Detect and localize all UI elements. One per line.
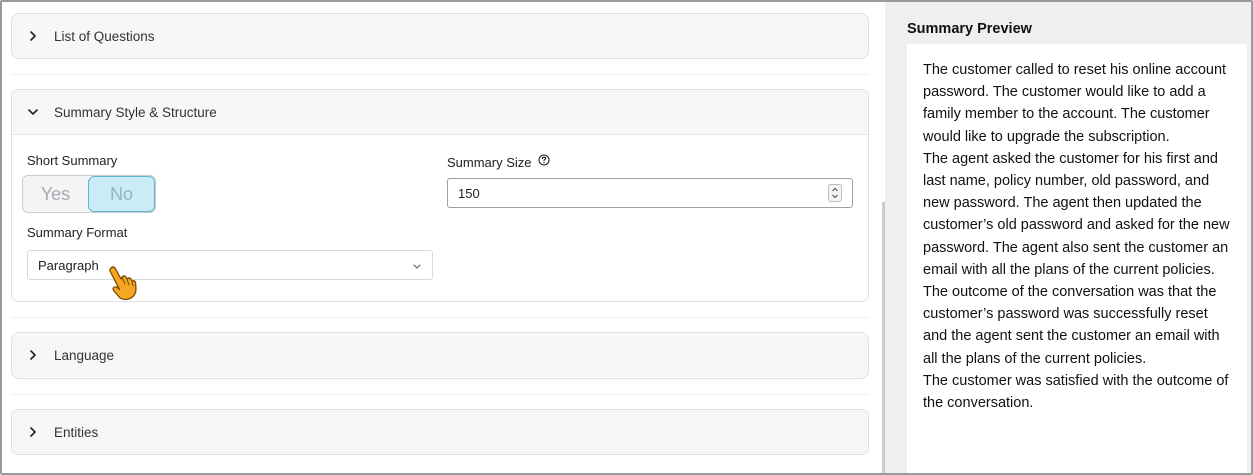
section-summary-style: Summary Style & Structure Short Summary … (11, 89, 869, 302)
short-summary-label: Short Summary (27, 153, 118, 168)
section-header-entities[interactable]: Entities (12, 410, 868, 454)
section-title-style: Summary Style & Structure (54, 104, 217, 120)
chevron-right-icon (26, 425, 40, 439)
toggle-yes-option[interactable]: Yes (23, 176, 88, 212)
hand-pointer-icon (105, 265, 139, 306)
section-language: Language (11, 332, 869, 379)
chevron-right-icon (26, 29, 40, 43)
summary-preview-box: The customer called to reset his online … (907, 44, 1247, 473)
section-divider (11, 74, 869, 75)
summary-format-select[interactable]: Paragraph (27, 250, 433, 280)
style-form: Short Summary Yes No Summary Format Para… (12, 134, 868, 300)
app-window: List of Questions Summary Style & Struct… (0, 0, 1253, 475)
preview-paragraph: The customer called to reset his online … (923, 62, 1227, 145)
section-header-style[interactable]: Summary Style & Structure (12, 90, 868, 134)
summary-format-value: Paragraph (38, 257, 99, 273)
preview-paragraph: The customer was satisfied with the outc… (923, 372, 1229, 412)
summary-format-label: Summary Format (27, 225, 128, 240)
preview-paragraph: The outcome of the conversation was that… (923, 284, 1220, 367)
section-header-questions[interactable]: List of Questions (12, 14, 868, 58)
section-list-of-questions: List of Questions (11, 13, 869, 59)
short-summary-toggle: Yes No (22, 175, 156, 213)
chevron-right-icon (26, 348, 40, 362)
settings-pane: List of Questions Summary Style & Struct… (2, 2, 882, 473)
chevron-down-icon (412, 259, 422, 274)
summary-size-label-text: Summary Size (447, 155, 532, 170)
help-circle-icon[interactable] (538, 154, 550, 169)
summary-size-label: Summary Size (447, 154, 550, 170)
section-title-questions: List of Questions (54, 28, 155, 44)
chevron-down-icon (26, 105, 40, 119)
section-title-entities: Entities (54, 424, 99, 440)
summary-size-value: 150 (458, 185, 480, 201)
toggle-no-option[interactable]: No (88, 176, 155, 212)
section-header-language[interactable]: Language (12, 333, 868, 377)
summary-size-input[interactable]: 150 (447, 178, 853, 208)
section-entities: Entities (11, 409, 869, 455)
preview-pane: Summary Preview The customer called to r… (885, 2, 1251, 473)
preview-title: Summary Preview (907, 21, 1032, 37)
section-title-language: Language (54, 347, 115, 363)
section-divider (11, 317, 869, 318)
section-divider (11, 394, 869, 395)
preview-paragraph: The agent asked the customer for his fir… (923, 150, 1230, 278)
number-stepper[interactable] (828, 184, 842, 202)
